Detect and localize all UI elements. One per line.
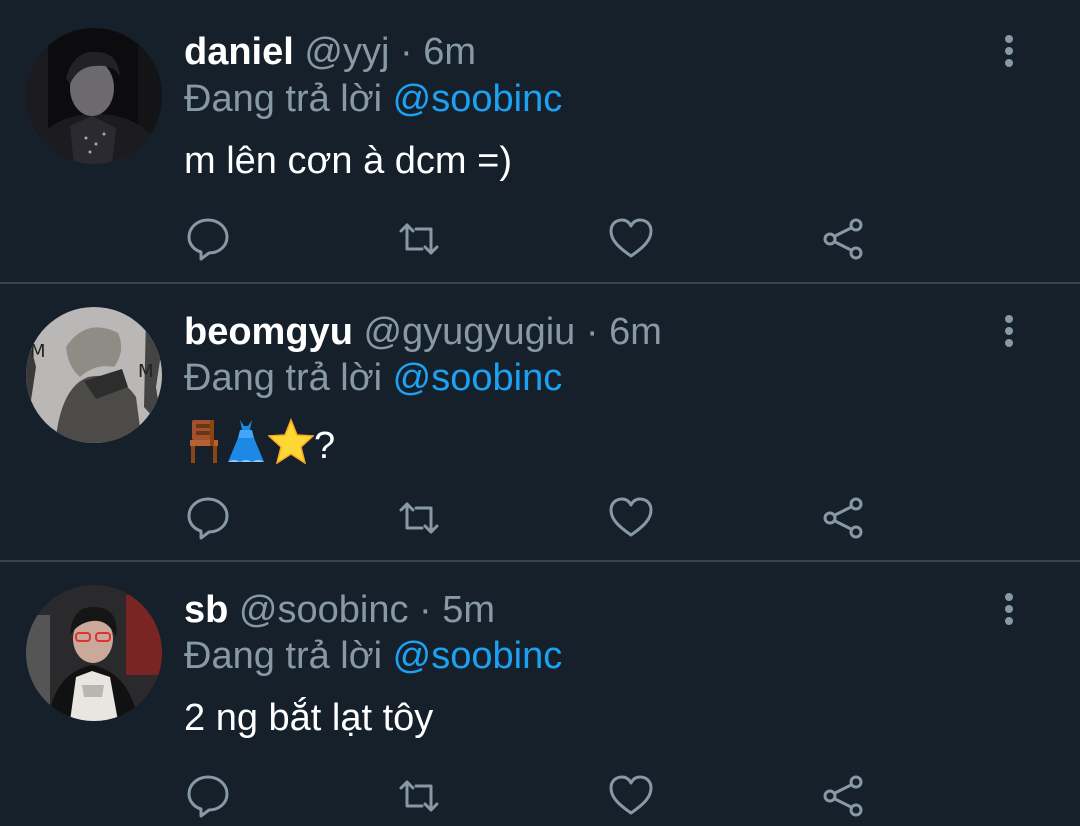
retweet-icon[interactable] — [396, 216, 442, 262]
mention-link[interactable]: @soobinc — [393, 635, 563, 677]
share-icon[interactable] — [820, 773, 866, 819]
tweet-text: ? — [184, 417, 336, 475]
chair-emoji-icon — [184, 418, 224, 475]
retweet-icon[interactable] — [396, 495, 442, 541]
svg-text:M: M — [30, 341, 46, 362]
separator-dot: · — [585, 311, 599, 353]
reply-prefix: Đang trả lời — [184, 357, 383, 399]
avatar[interactable] — [26, 28, 162, 164]
tweet-text: m lên cơn à dcm =) — [184, 140, 512, 182]
display-name[interactable]: beomgyu — [184, 311, 353, 353]
share-icon[interactable] — [820, 216, 866, 262]
replying-to: Đang trả lời @soobinc — [184, 77, 562, 121]
avatar[interactable] — [26, 585, 162, 721]
tweet[interactable]: M M beomgyu @gyugyugiu · 6m Đang trả lời… — [0, 284, 1080, 561]
more-vertical-icon[interactable] — [992, 31, 1026, 71]
svg-text:M: M — [138, 361, 154, 382]
heart-icon[interactable] — [608, 495, 654, 541]
display-name[interactable]: sb — [184, 589, 228, 631]
tweet-text-suffix: ? — [314, 425, 336, 467]
mention-link[interactable]: @soobinc — [393, 357, 563, 399]
timestamp[interactable]: 6m — [609, 311, 662, 353]
display-name[interactable]: daniel — [184, 31, 294, 73]
more-vertical-icon[interactable] — [992, 589, 1026, 629]
tweet-header: sb @soobinc · 5m — [184, 588, 495, 632]
more-vertical-icon[interactable] — [992, 311, 1026, 351]
share-icon[interactable] — [820, 495, 866, 541]
separator-dot: · — [419, 589, 432, 631]
star-emoji-icon — [267, 417, 315, 475]
replying-to: Đang trả lời @soobinc — [184, 634, 562, 678]
reply-prefix: Đang trả lời — [184, 635, 383, 677]
user-handle[interactable]: @yyj — [304, 31, 389, 73]
heart-icon[interactable] — [608, 216, 654, 262]
reply-icon[interactable] — [185, 216, 231, 262]
tweet[interactable]: sb @soobinc · 5m Đang trả lời @soobinc 2… — [0, 562, 1080, 826]
tweet-text: 2 ng bắt lạt tôy — [184, 697, 434, 739]
reply-icon[interactable] — [185, 495, 231, 541]
tweet-header: daniel @yyj · 6m — [184, 30, 476, 74]
tweet-feed: daniel @yyj · 6m Đang trả lời @soobinc m… — [0, 0, 1080, 826]
user-handle[interactable]: @soobinc — [239, 589, 409, 631]
timestamp[interactable]: 5m — [442, 589, 495, 631]
tweet[interactable]: daniel @yyj · 6m Đang trả lời @soobinc m… — [0, 0, 1080, 283]
reply-prefix: Đang trả lời — [184, 78, 383, 120]
retweet-icon[interactable] — [396, 773, 442, 819]
timestamp[interactable]: 6m — [423, 31, 476, 73]
heart-icon[interactable] — [608, 773, 654, 819]
replying-to: Đang trả lời @soobinc — [184, 356, 562, 400]
user-handle[interactable]: @gyugyugiu — [363, 311, 575, 353]
separator-dot: · — [399, 31, 413, 73]
reply-icon[interactable] — [185, 773, 231, 819]
dress-emoji-icon — [224, 418, 268, 475]
avatar[interactable]: M M — [26, 307, 162, 443]
tweet-header: beomgyu @gyugyugiu · 6m — [184, 310, 662, 354]
mention-link[interactable]: @soobinc — [393, 78, 563, 120]
